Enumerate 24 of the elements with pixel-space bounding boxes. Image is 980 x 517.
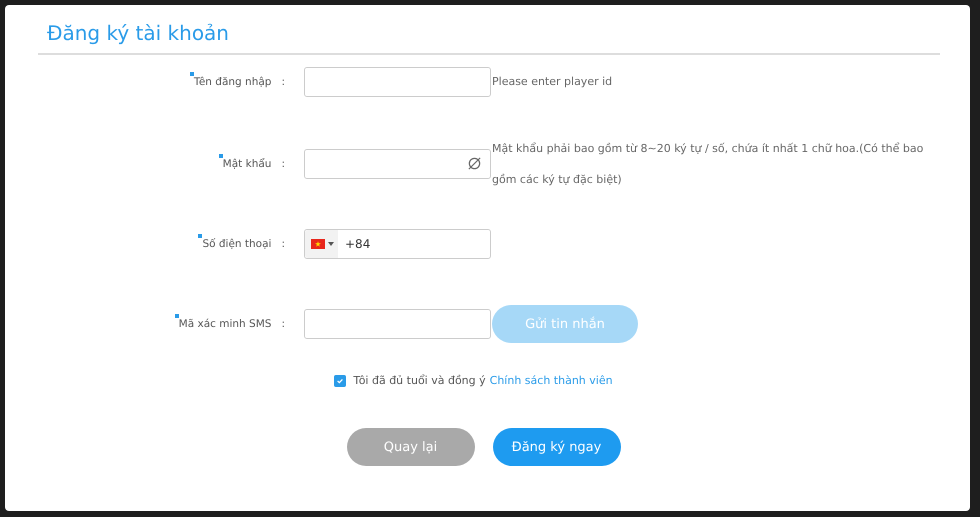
input-field[interactable]: [304, 309, 491, 339]
register-button[interactable]: Đăng ký ngay: [492, 428, 620, 466]
page-title: Đăng ký tài khoản: [47, 21, 230, 45]
check-icon: [336, 376, 344, 384]
label-colon: :: [281, 158, 285, 170]
flag-icon: [311, 239, 325, 249]
label-colon: :: [281, 238, 285, 250]
field-hint: Mật khẩu phải bao gồm từ 8~20 ký tự / số, chứa ít nhất 1 chữ hoa.(Có thể bao gồm các ký tự đặc biệt): [492, 141, 924, 188]
eye-off-icon[interactable]: [467, 156, 482, 171]
agree-checkbox[interactable]: [334, 374, 346, 386]
field-label: Mật khẩu: [222, 158, 272, 170]
label-colon: :: [281, 76, 285, 88]
country-picker[interactable]: [305, 230, 338, 258]
label-colon: :: [281, 318, 285, 330]
field-label: Mã xác minh SMS: [178, 318, 272, 330]
back-button[interactable]: Quay lại: [346, 428, 474, 466]
password-field[interactable]: [304, 149, 491, 179]
input-field[interactable]: [304, 66, 491, 96]
caret-icon: [328, 242, 334, 246]
field-label: Tên đăng nhập: [194, 76, 272, 88]
field-label: Số điện thoại: [202, 238, 272, 250]
membership-policy-link[interactable]: Chính sách thành viên: [490, 374, 613, 387]
agreement-text: Tôi đã đủ tuổi và đồng ý: [353, 374, 486, 387]
field-hint: Please enter player id: [492, 74, 614, 90]
